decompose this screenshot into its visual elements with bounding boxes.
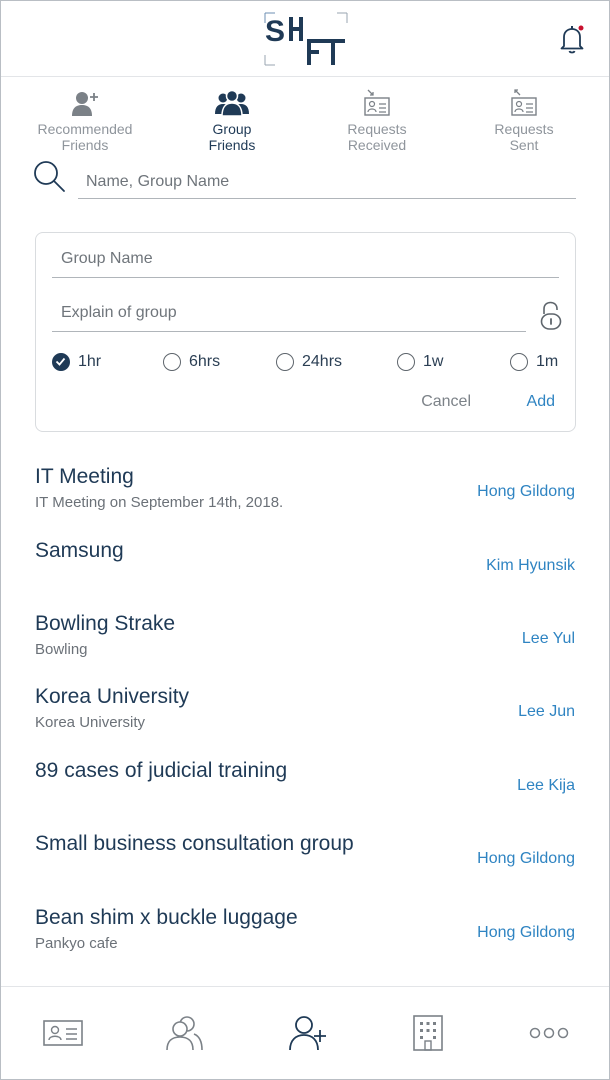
friends-icon — [166, 1016, 203, 1051]
list-item[interactable]: Small business consultation group Hong G… — [0, 824, 610, 894]
nav-more[interactable] — [525, 1011, 573, 1055]
group-owner[interactable]: Hong Gildong — [477, 850, 575, 868]
nav-profile-card[interactable] — [39, 1011, 87, 1055]
list-item[interactable]: Bowling Strake Bowling Lee Yul — [0, 604, 610, 674]
shift-logo: S — [264, 12, 348, 66]
cancel-button[interactable]: Cancel — [421, 393, 471, 411]
radio-label: 1hr — [78, 353, 102, 370]
svg-text:S: S — [265, 15, 285, 48]
group-description: IT Meeting on September 14th, 2018. — [35, 494, 284, 511]
app-header: S — [1, 1, 609, 77]
group-owner[interactable]: Lee Jun — [518, 703, 575, 721]
group-description: Bowling — [35, 641, 88, 658]
tab-label: Requests Sent — [494, 121, 554, 153]
duration-radio-1hr[interactable]: 1hr — [52, 353, 101, 371]
group-name: Bean shim x buckle luggage — [35, 906, 298, 929]
add-friend-icon — [289, 1016, 326, 1051]
list-item[interactable]: Korea University Korea University Lee Ju… — [0, 677, 610, 747]
id-card-sent-icon — [511, 89, 537, 116]
search-icon[interactable] — [31, 158, 67, 194]
tab-label: Requests Received — [347, 121, 407, 153]
nav-company[interactable] — [404, 1011, 452, 1055]
radio-checked-icon — [52, 353, 70, 371]
radio-unchecked-icon — [163, 353, 181, 371]
duration-options: 1hr 6hrs 24hrs 1w 1m — [36, 353, 577, 381]
group-name: Small business consultation group — [35, 832, 354, 855]
nav-friends[interactable] — [161, 1011, 209, 1055]
duration-radio-1w[interactable]: 1w — [397, 353, 443, 371]
bell-icon[interactable] — [554, 21, 590, 57]
more-icon — [529, 1027, 569, 1039]
radio-unchecked-icon — [510, 353, 528, 371]
bottom-navigation — [1, 986, 609, 1079]
radio-label: 24hrs — [302, 353, 343, 370]
list-item[interactable]: Bean shim x buckle luggage Pankyo cafe H… — [0, 898, 610, 968]
id-card-received-icon — [364, 89, 390, 116]
add-person-icon — [72, 92, 98, 116]
group-owner[interactable]: Hong Gildong — [477, 483, 575, 501]
group-name: Samsung — [35, 539, 124, 562]
create-group-form: 1hr 6hrs 24hrs 1w 1m Cancel Add — [35, 232, 576, 432]
building-icon — [413, 1015, 443, 1051]
tab-label: Recommended Friends — [37, 121, 133, 153]
group-name: IT Meeting — [35, 465, 134, 488]
group-explain-field[interactable] — [52, 295, 526, 332]
group-owner[interactable]: Kim Hyunsik — [486, 557, 575, 575]
tab-group-friends[interactable]: Group Friends — [167, 86, 297, 153]
group-description: Pankyo cafe — [35, 935, 118, 952]
unlock-icon[interactable] — [539, 301, 563, 331]
friend-tabs: Recommended Friends Group Friends Reques… — [0, 86, 610, 160]
radio-label: 1w — [423, 353, 444, 370]
list-item[interactable]: Samsung Kim Hyunsik — [0, 531, 610, 601]
duration-radio-6hrs[interactable]: 6hrs — [163, 353, 220, 371]
duration-radio-1m[interactable]: 1m — [510, 353, 558, 371]
tab-label: Group Friends — [208, 121, 256, 153]
tab-recommended-friends[interactable]: Recommended Friends — [20, 86, 150, 153]
duration-radio-24hrs[interactable]: 24hrs — [276, 353, 342, 371]
group-people-icon — [215, 89, 249, 117]
search-input[interactable] — [78, 165, 576, 199]
nav-add-friend[interactable] — [283, 1011, 331, 1055]
list-item[interactable]: 89 cases of judicial training Lee Kija — [0, 751, 610, 821]
add-button[interactable]: Add — [527, 393, 555, 411]
radio-label: 1m — [536, 353, 559, 370]
group-owner[interactable]: Hong Gildong — [477, 924, 575, 942]
radio-unchecked-icon — [276, 353, 294, 371]
tab-requests-received[interactable]: Requests Received — [312, 86, 442, 153]
radio-unchecked-icon — [397, 353, 415, 371]
tab-requests-sent[interactable]: Requests Sent — [459, 86, 589, 153]
group-name: Korea University — [35, 685, 190, 708]
group-owner[interactable]: Lee Kija — [517, 777, 575, 795]
radio-label: 6hrs — [189, 353, 221, 370]
group-owner[interactable]: Lee Yul — [522, 630, 575, 648]
list-item[interactable]: IT Meeting IT Meeting on September 14th,… — [0, 457, 610, 527]
profile-card-icon — [43, 1020, 83, 1046]
group-description: Korea University — [35, 714, 146, 731]
group-name-field[interactable] — [52, 241, 559, 278]
group-name: 89 cases of judicial training — [35, 759, 288, 782]
group-name: Bowling Strake — [35, 612, 176, 635]
